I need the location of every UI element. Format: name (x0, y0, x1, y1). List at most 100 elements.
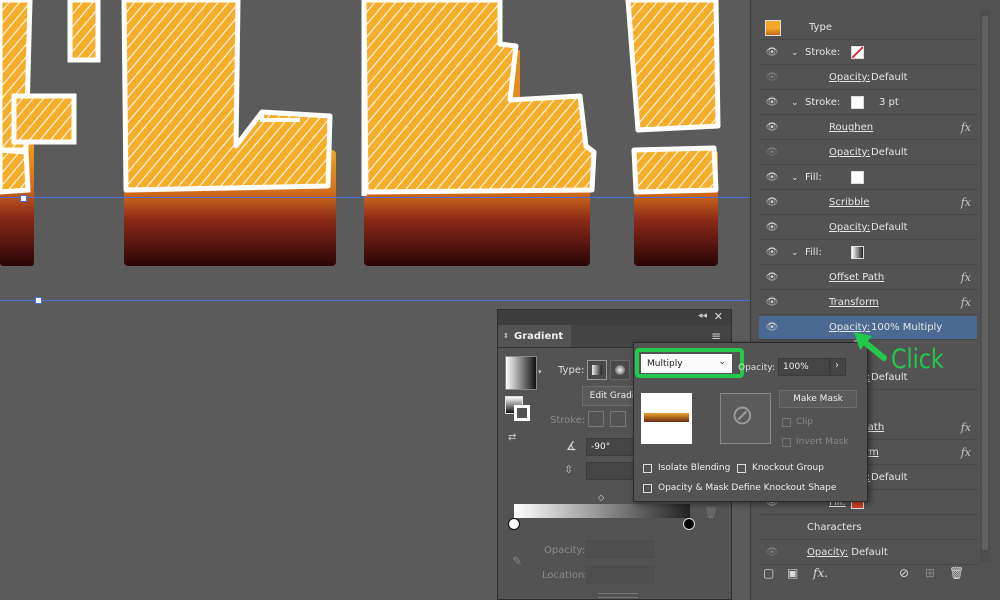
color-swatch[interactable] (851, 46, 864, 59)
gradient-stop-black[interactable] (683, 518, 695, 530)
isolate-blending-label: Isolate Blending (658, 463, 731, 473)
opacity-mask-knockout-checkbox[interactable] (643, 484, 652, 493)
panel-menu-icon[interactable]: ≡ (711, 329, 721, 343)
appearance-row-label[interactable]: Opacity: (829, 147, 870, 158)
blend-mode-dropdown[interactable]: Multiply ⌄ (641, 354, 732, 373)
appearance-row[interactable]: 👁 Opacity:Default (759, 141, 977, 165)
gradient-slider[interactable] (514, 504, 690, 518)
appearance-row-label[interactable]: Opacity: (829, 222, 870, 233)
chevron-right-icon: › (835, 360, 839, 371)
object-thumbnail[interactable] (641, 393, 692, 444)
expand-chevron-icon[interactable]: ⌄ (791, 173, 799, 183)
opacity-arrow-button[interactable]: › (830, 358, 846, 376)
visibility-eye-icon[interactable]: 👁 (765, 46, 779, 60)
reverse-gradient-icon[interactable]: ◇ (598, 493, 604, 502)
linear-gradient-button[interactable] (587, 360, 607, 380)
appearance-row-label[interactable]: Fill: (805, 172, 822, 183)
scroll-thumb[interactable] (982, 16, 988, 550)
type-label: Type: (558, 365, 585, 376)
gradient-thumbnail[interactable] (505, 356, 537, 390)
delete-stop-icon[interactable]: 🗑 (704, 506, 718, 519)
add-effect-icon[interactable]: fx. (813, 566, 828, 580)
appearance-row[interactable]: 👁 Offset Path fx (759, 266, 977, 290)
visibility-eye-icon[interactable]: 👁 (765, 171, 779, 185)
fx-icon[interactable]: fx (961, 296, 971, 309)
arrow-annotation-icon (854, 332, 887, 361)
appearance-row[interactable]: 👁 ⌄ Fill: (759, 241, 977, 265)
stop-location-field[interactable] (586, 566, 654, 584)
appearance-row[interactable]: 👁 Opacity:Default (759, 216, 977, 240)
appearance-row-label[interactable]: Roughen (829, 122, 873, 133)
radial-gradient-button[interactable] (610, 360, 630, 380)
close-icon[interactable]: ✕ (714, 310, 723, 323)
fx-icon[interactable]: fx (961, 446, 971, 459)
clear-appearance-icon[interactable]: ⊘ (899, 566, 909, 580)
color-swatch[interactable] (851, 96, 864, 109)
chevron-down-icon[interactable]: ▾ (538, 368, 542, 376)
expand-chevron-icon[interactable]: ⌄ (791, 248, 799, 258)
visibility-eye-icon[interactable]: 👁 (765, 121, 779, 135)
fx-icon[interactable]: fx (961, 121, 971, 134)
invert-mask-label: Invert Mask (796, 437, 849, 447)
appearance-scrollbar[interactable] (980, 10, 990, 562)
add-fill-icon[interactable]: ▣ (787, 566, 798, 580)
knockout-group-checkbox[interactable] (737, 464, 746, 473)
appearance-row[interactable]: 👁 Roughen fx (759, 116, 977, 140)
appearance-row[interactable]: 👁 Scribble fx (759, 191, 977, 215)
tab-gradient[interactable]: ⇕ Gradient (498, 325, 572, 347)
visibility-eye-icon[interactable]: 👁 (765, 296, 779, 310)
stroke-gradient-within-icon[interactable] (588, 411, 604, 427)
appearance-row-label[interactable]: Offset Path (829, 272, 884, 283)
fx-icon[interactable]: fx (961, 271, 971, 284)
appearance-row[interactable]: 👁 Opacity:Default (759, 66, 977, 90)
fill-stroke-swatch[interactable] (505, 396, 531, 422)
clip-checkbox[interactable] (782, 418, 791, 427)
visibility-eye-icon[interactable]: 👁 (765, 71, 779, 85)
invert-mask-checkbox[interactable] (782, 438, 791, 447)
isolate-blending-checkbox[interactable] (643, 464, 652, 473)
mask-thumbnail[interactable]: ⊘ (720, 393, 771, 444)
appearance-row[interactable]: 👁 ⌄ Stroke: (759, 41, 977, 65)
gradient-stop-white[interactable] (508, 518, 520, 530)
appearance-row[interactable]: 👁 Transform fx (759, 291, 977, 315)
visibility-eye-icon[interactable]: 👁 (765, 546, 779, 560)
opacity-field[interactable]: 100% (778, 358, 830, 376)
visibility-eye-icon[interactable]: 👁 (765, 271, 779, 285)
appearance-row-label[interactable]: Transform (829, 297, 879, 308)
opacity-label[interactable]: Opacity: (807, 547, 848, 558)
appearance-row-label[interactable]: Scribble (829, 197, 869, 208)
visibility-eye-icon[interactable]: 👁 (765, 246, 779, 260)
appearance-row-label[interactable]: Stroke: (805, 97, 840, 108)
opacity-label: Opacity: (544, 545, 586, 556)
appearance-row-label[interactable]: Fill: (805, 247, 822, 258)
stop-opacity-field[interactable] (586, 540, 654, 558)
color-swatch[interactable] (851, 246, 864, 259)
appearance-row[interactable]: 👁 ⌄ Stroke: 3 pt (759, 91, 977, 115)
appearance-row-label[interactable]: Opacity: (829, 72, 870, 83)
characters-row[interactable]: Characters (759, 516, 977, 540)
appearance-row[interactable]: 👁 ⌄ Fill: (759, 166, 977, 190)
visibility-eye-icon[interactable]: 👁 (765, 146, 779, 160)
add-stroke-icon[interactable]: ▢ (763, 566, 774, 580)
duplicate-item-icon[interactable]: ⊞ (925, 566, 935, 580)
fx-icon[interactable]: fx (961, 196, 971, 209)
visibility-eye-icon[interactable]: 👁 (765, 96, 779, 110)
anchor-point[interactable] (20, 195, 27, 202)
expand-chevron-icon[interactable]: ⌄ (791, 48, 799, 58)
resize-handle[interactable] (598, 593, 638, 598)
visibility-eye-icon[interactable]: 👁 (765, 196, 779, 210)
eyedropper-icon[interactable]: ✎ (512, 554, 522, 568)
visibility-eye-icon[interactable]: 👁 (765, 221, 779, 235)
swap-fill-stroke-icon[interactable]: ⇄ (508, 432, 516, 443)
color-swatch[interactable] (851, 171, 864, 184)
appearance-row-label[interactable]: Stroke: (805, 47, 840, 58)
anchor-point[interactable] (35, 297, 42, 304)
collapse-icon[interactable]: ◂◂ (698, 311, 707, 321)
stroke-gradient-along-icon[interactable] (610, 411, 626, 427)
visibility-eye-icon[interactable]: 👁 (765, 321, 779, 335)
expand-chevron-icon[interactable]: ⌄ (791, 98, 799, 108)
fx-icon[interactable]: fx (961, 421, 971, 434)
guide-line-lower (0, 300, 750, 301)
delete-item-icon[interactable]: 🗑 (949, 566, 964, 580)
make-mask-button[interactable]: Make Mask (779, 390, 857, 408)
